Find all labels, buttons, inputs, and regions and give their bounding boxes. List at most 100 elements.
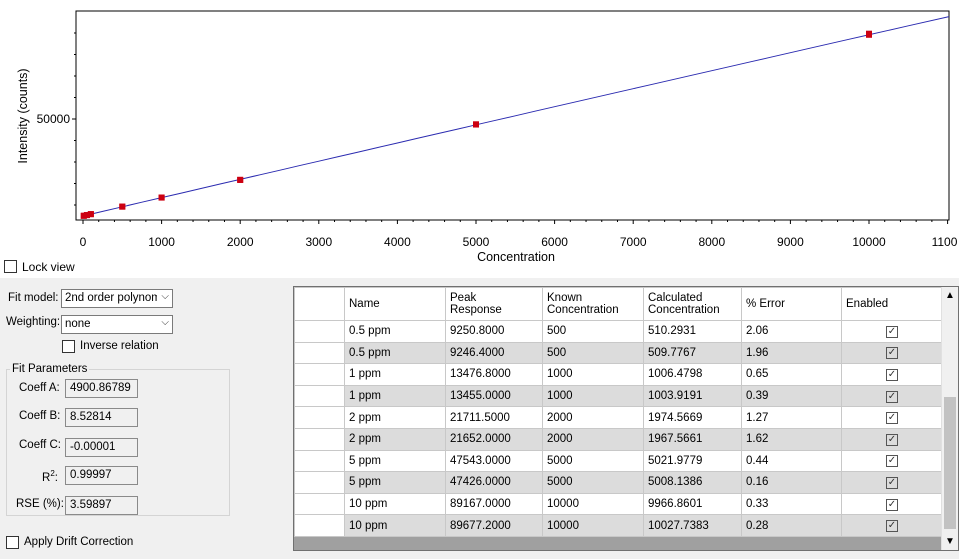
data-point[interactable]: [473, 121, 479, 128]
enabled-checkbox[interactable]: ✓: [886, 498, 898, 511]
calculated-concentration-cell[interactable]: 5008.1386: [643, 471, 742, 494]
known-concentration-cell[interactable]: 10000: [542, 492, 644, 516]
peak-response-cell[interactable]: 13476.8000: [445, 363, 543, 386]
row-header-cell[interactable]: [294, 492, 345, 516]
name-column-header[interactable]: Name: [344, 287, 446, 321]
enabled-checkbox[interactable]: ✓: [886, 325, 898, 338]
percent-error-cell[interactable]: 1.96: [741, 341, 842, 365]
lock-view-checkbox[interactable]: [4, 260, 17, 273]
enabled-column-header[interactable]: Enabled: [841, 287, 943, 321]
name-cell[interactable]: 10 ppm: [344, 514, 446, 537]
known-concentration-cell[interactable]: 1000: [542, 384, 644, 408]
calculated-concentration-cell[interactable]: 1967.5661: [643, 427, 742, 451]
data-point[interactable]: [866, 30, 872, 37]
data-point[interactable]: [87, 211, 94, 218]
chart-canvas[interactable]: 0 1000 2000 3000 4000 5000 6000 7000 8000 9000 100…: [0, 0, 959, 278]
percent-error-cell[interactable]: 0.44: [741, 449, 842, 473]
coeff-c-field[interactable]: -0.00001: [65, 438, 138, 457]
peak-response-cell[interactable]: 21711.5000: [445, 406, 543, 429]
enabled-checkbox[interactable]: ✓: [886, 520, 898, 533]
enabled-cell[interactable]: ✓: [841, 492, 943, 516]
enabled-cell[interactable]: ✓: [841, 427, 943, 451]
calculated-concentration-cell[interactable]: 10027.7383: [643, 514, 742, 537]
known-concentration-cell[interactable]: 10000: [542, 514, 644, 537]
known-concentration-cell[interactable]: 500: [542, 341, 644, 365]
peak-response-cell[interactable]: 47426.0000: [445, 471, 543, 494]
name-cell[interactable]: 2 ppm: [344, 427, 446, 451]
calculated-concentration-cell[interactable]: 510.2931: [643, 320, 742, 343]
enabled-checkbox[interactable]: ✓: [886, 455, 898, 468]
name-cell[interactable]: 0.5 ppm: [344, 320, 446, 343]
known-concentration-column-header[interactable]: Known Concentration: [542, 287, 644, 321]
enabled-checkbox[interactable]: ✓: [886, 347, 898, 360]
rse-field[interactable]: 3.59897: [65, 496, 138, 515]
row-header-cell[interactable]: [294, 363, 345, 386]
weighting-select[interactable]: none ⌵: [61, 315, 173, 334]
peak-response-cell[interactable]: 21652.0000: [445, 427, 543, 451]
row-header-cell[interactable]: [294, 320, 345, 343]
known-concentration-cell[interactable]: 5000: [542, 449, 644, 473]
known-concentration-cell[interactable]: 2000: [542, 406, 644, 429]
name-cell[interactable]: 0.5 ppm: [344, 341, 446, 365]
percent-error-cell[interactable]: 0.16: [741, 471, 842, 494]
enabled-checkbox[interactable]: ✓: [886, 412, 898, 425]
percent-error-cell[interactable]: 0.39: [741, 384, 842, 408]
known-concentration-cell[interactable]: 500: [542, 320, 644, 343]
row-header-cell[interactable]: [294, 449, 345, 473]
enabled-cell[interactable]: ✓: [841, 384, 943, 408]
enabled-cell[interactable]: ✓: [841, 471, 943, 494]
row-header-cell[interactable]: [294, 341, 345, 365]
peak-response-cell[interactable]: 47543.0000: [445, 449, 543, 473]
drift-correction-checkbox[interactable]: [6, 536, 19, 549]
row-header-cell[interactable]: [294, 471, 345, 494]
peak-response-column-header[interactable]: Peak Response: [445, 287, 543, 321]
enabled-cell[interactable]: ✓: [841, 406, 943, 429]
calculated-concentration-cell[interactable]: 5021.9779: [643, 449, 742, 473]
data-point[interactable]: [158, 194, 165, 201]
percent-error-column-header[interactable]: % Error: [741, 287, 842, 321]
percent-error-cell[interactable]: 2.06: [741, 320, 842, 343]
table-row[interactable]: 2 ppm 21711.5000 2000 1974.5669 1.27 ✓: [294, 406, 943, 429]
known-concentration-cell[interactable]: 2000: [542, 427, 644, 451]
scroll-thumb[interactable]: [944, 397, 956, 529]
scroll-up-icon[interactable]: ▲: [945, 290, 955, 301]
table-row[interactable]: 1 ppm 13455.0000 1000 1003.9191 0.39 ✓: [294, 384, 943, 408]
enabled-checkbox[interactable]: ✓: [886, 476, 898, 489]
percent-error-cell[interactable]: 1.62: [741, 427, 842, 451]
table-row[interactable]: 1 ppm 13476.8000 1000 1006.4798 0.65 ✓: [294, 363, 943, 386]
row-header-corner[interactable]: [294, 287, 345, 321]
table-row[interactable]: 5 ppm 47543.0000 5000 5021.9779 0.44 ✓: [294, 449, 943, 473]
peak-response-cell[interactable]: 89167.0000: [445, 492, 543, 516]
known-concentration-cell[interactable]: 1000: [542, 363, 644, 386]
row-header-cell[interactable]: [294, 406, 345, 429]
vertical-scrollbar[interactable]: ▲ ▼: [941, 287, 958, 550]
name-cell[interactable]: 1 ppm: [344, 363, 446, 386]
r-squared-field[interactable]: 0.99997: [65, 466, 138, 485]
row-header-cell[interactable]: [294, 514, 345, 537]
enabled-cell[interactable]: ✓: [841, 341, 943, 365]
peak-response-cell[interactable]: 9246.4000: [445, 341, 543, 365]
fit-model-select[interactable]: 2nd order polynomi ⌵: [61, 289, 173, 308]
enabled-cell[interactable]: ✓: [841, 449, 943, 473]
row-header-cell[interactable]: [294, 384, 345, 408]
row-header-cell[interactable]: [294, 427, 345, 451]
coeff-a-field[interactable]: 4900.86789: [65, 379, 138, 398]
data-point[interactable]: [119, 203, 126, 210]
enabled-cell[interactable]: ✓: [841, 514, 943, 537]
calculated-concentration-cell[interactable]: 1006.4798: [643, 363, 742, 386]
calculated-concentration-cell[interactable]: 1974.5669: [643, 406, 742, 429]
name-cell[interactable]: 5 ppm: [344, 471, 446, 494]
percent-error-cell[interactable]: 0.65: [741, 363, 842, 386]
standards-table[interactable]: Name Peak Response Known Concentration Calcul…: [293, 286, 959, 551]
percent-error-cell[interactable]: 0.28: [741, 514, 842, 537]
inverse-relation-checkbox[interactable]: [62, 340, 75, 353]
calculated-concentration-cell[interactable]: 1003.9191: [643, 384, 742, 408]
calibration-chart[interactable]: 0 1000 2000 3000 4000 5000 6000 7000 8000 9000 100…: [0, 0, 959, 278]
percent-error-cell[interactable]: 1.27: [741, 406, 842, 429]
data-point[interactable]: [237, 176, 244, 183]
scroll-down-icon[interactable]: ▼: [945, 536, 955, 547]
name-cell[interactable]: 1 ppm: [344, 384, 446, 408]
table-row[interactable]: 10 ppm 89167.0000 10000 9966.8601 0.33 ✓: [294, 492, 943, 516]
coeff-b-field[interactable]: 8.52814: [65, 408, 138, 427]
table-row[interactable]: 0.5 ppm 9246.4000 500 509.7767 1.96 ✓: [294, 341, 943, 365]
